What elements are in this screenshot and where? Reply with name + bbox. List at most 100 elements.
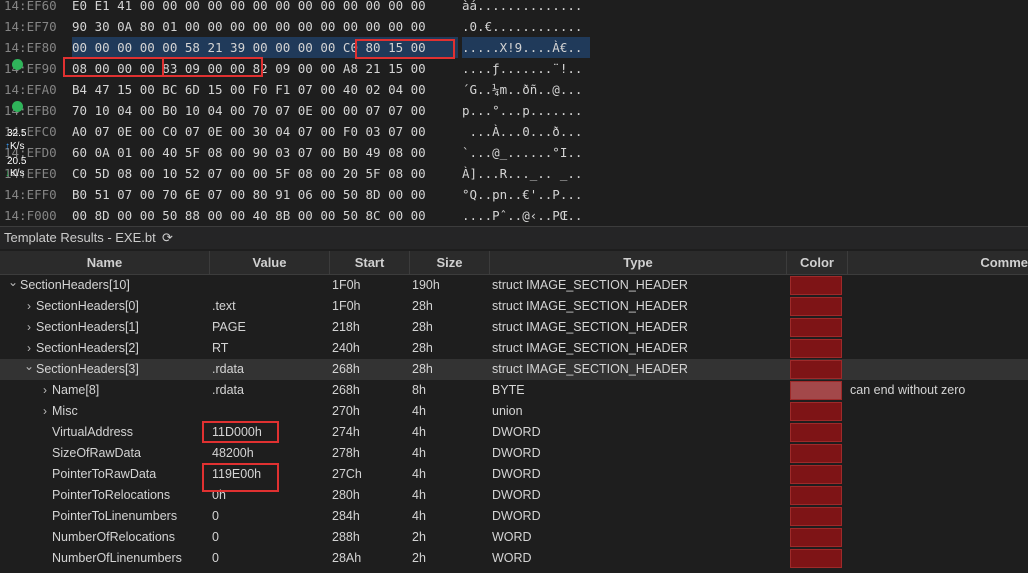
row-name-cell[interactable]: SizeOfRawData: [0, 443, 209, 464]
chevron-right-icon[interactable]: ›: [38, 380, 52, 401]
row-start: 28Ah: [332, 551, 362, 565]
hex-ascii[interactable]: À]...R..._.. _..: [462, 163, 590, 184]
row-name-cell[interactable]: PointerToRawData: [0, 464, 209, 485]
row-color-swatch[interactable]: [790, 276, 842, 295]
hex-bytes[interactable]: 70 10 04 00 B0 10 04 00 70 07 0E 00 00 0…: [72, 100, 458, 121]
table-row[interactable]: NumberOfLinenumbers 0 28Ah 2h WORD: [0, 548, 1028, 569]
row-name-cell[interactable]: NumberOfLinenumbers: [0, 548, 209, 569]
row-color-swatch[interactable]: [790, 381, 842, 400]
table-row[interactable]: SizeOfRawData 48200h 278h 4h DWORD: [0, 443, 1028, 464]
row-value: 0h: [212, 488, 226, 502]
row-start: 1F0h: [332, 278, 361, 292]
row-name-cell[interactable]: › Name[8]: [0, 380, 209, 401]
row-size: 4h: [412, 404, 426, 418]
table-row[interactable]: ⌄ SectionHeaders[3] .rdata 268h 28h struct IM…: [0, 359, 1028, 380]
row-color-swatch[interactable]: [790, 465, 842, 484]
hex-bytes[interactable]: B0 51 07 00 70 6E 07 00 80 91 06 00 50 8…: [72, 184, 458, 205]
row-type: DWORD: [492, 509, 541, 523]
row-color-swatch[interactable]: [790, 528, 842, 547]
row-color-swatch[interactable]: [790, 360, 842, 379]
hex-bytes[interactable]: 00 8D 00 00 50 88 00 00 40 8B 00 00 50 8…: [72, 205, 458, 222]
chevron-right-icon[interactable]: ›: [22, 317, 36, 338]
table-row[interactable]: NumberOfRelocations 0 288h 2h WORD: [0, 527, 1028, 548]
column-header-color[interactable]: Color: [787, 251, 848, 274]
template-results-table[interactable]: ⌄ SectionHeaders[10] 1F0h 190h struct IMAGE_…: [0, 275, 1028, 573]
row-color-swatch[interactable]: [790, 423, 842, 442]
row-color-swatch[interactable]: [790, 339, 842, 358]
row-name-cell[interactable]: ⌄ SectionHeaders[3]: [0, 359, 209, 380]
row-name-cell[interactable]: › SectionHeaders[1]: [0, 317, 209, 338]
hex-empty-area: [590, 0, 1028, 222]
hex-ascii[interactable]: ´G..¼m..ðñ..@...: [462, 79, 590, 100]
hex-bytes[interactable]: 00 00 00 00 00 58 21 39 00 00 00 00 C0 8…: [72, 37, 458, 58]
hex-bytes[interactable]: 90 30 0A 80 01 00 00 00 00 00 00 00 00 0…: [72, 16, 458, 37]
hex-ascii[interactable]: ....ƒ.......¨!..: [462, 58, 590, 79]
row-color-swatch[interactable]: [790, 444, 842, 463]
row-name-cell[interactable]: › SectionHeaders[2]: [0, 338, 209, 359]
hex-bytes[interactable]: 60 0A 01 00 40 5F 08 00 90 03 07 00 B0 4…: [72, 142, 458, 163]
table-row[interactable]: › Misc 270h 4h union: [0, 401, 1028, 422]
row-value: 0: [212, 530, 219, 544]
row-size: 4h: [412, 425, 426, 439]
column-header-name[interactable]: Name: [0, 251, 210, 274]
hex-bytes[interactable]: E0 E1 41 00 00 00 00 00 00 00 00 00 00 0…: [72, 0, 458, 16]
row-name-cell[interactable]: ⌄ SectionHeaders[10]: [0, 275, 209, 296]
table-row[interactable]: VirtualAddress 11D000h 274h 4h DWORD: [0, 422, 1028, 443]
table-row[interactable]: › Name[8] .rdata 268h 8h BYTE can end without …: [0, 380, 1028, 401]
hex-ascii[interactable]: àá..............: [462, 0, 590, 16]
row-name-cell[interactable]: › Misc: [0, 401, 209, 422]
column-header-comment[interactable]: Comme: [848, 251, 1028, 274]
column-header-size[interactable]: Size: [410, 251, 490, 274]
table-row[interactable]: PointerToRawData 119E00h 27Ch 4h DWORD: [0, 464, 1028, 485]
row-start: 268h: [332, 383, 360, 397]
table-row[interactable]: › SectionHeaders[2] RT 240h 28h struct IMAGE_…: [0, 338, 1028, 359]
hex-ascii[interactable]: ...À...0...ð...: [462, 121, 590, 142]
table-row[interactable]: › SectionHeaders[0] .text 1F0h 28h struct IMA…: [0, 296, 1028, 317]
hex-bytes[interactable]: 08 00 00 00 83 09 00 00 82 09 00 00 A8 2…: [72, 58, 458, 79]
row-name-cell[interactable]: VirtualAddress: [0, 422, 209, 443]
table-row[interactable]: › SectionHeaders[1] PAGE 218h 28h struct IMAG…: [0, 317, 1028, 338]
row-color-swatch[interactable]: [790, 402, 842, 421]
row-value: 11D000h: [212, 425, 262, 439]
row-name-cell[interactable]: NumberOfRelocations: [0, 527, 209, 548]
row-size: 4h: [412, 488, 426, 502]
row-color-swatch[interactable]: [790, 297, 842, 316]
row-start: 1F0h: [332, 299, 361, 313]
chevron-right-icon[interactable]: ›: [22, 296, 36, 317]
hex-ascii[interactable]: .....X!9....À€..: [462, 37, 590, 58]
hex-ascii[interactable]: .0.€............: [462, 16, 590, 37]
column-header-type[interactable]: Type: [490, 251, 787, 274]
hex-ascii[interactable]: p...°...p.......: [462, 100, 590, 121]
hex-ascii[interactable]: ....Pˆ..@‹..PŒ..: [462, 205, 590, 222]
chevron-down-icon[interactable]: ⌄: [22, 359, 36, 377]
row-color-swatch[interactable]: [790, 318, 842, 337]
row-start: 274h: [332, 425, 360, 439]
hex-address: 14:EF60: [4, 0, 57, 13]
hex-ascii[interactable]: °Q..pn..€'..P...: [462, 184, 590, 205]
row-comment: [850, 548, 1028, 569]
column-header-value[interactable]: Value: [210, 251, 330, 274]
row-value: RT: [212, 341, 229, 355]
hex-ascii[interactable]: `...@_......°I..: [462, 142, 590, 163]
column-header-start[interactable]: Start: [330, 251, 410, 274]
row-color-swatch[interactable]: [790, 549, 842, 568]
chevron-right-icon[interactable]: ›: [22, 338, 36, 359]
refresh-icon[interactable]: ⟳: [162, 227, 173, 249]
hex-bytes[interactable]: A0 07 0E 00 C0 07 0E 00 30 04 07 00 F0 0…: [72, 121, 458, 142]
row-name-cell[interactable]: PointerToLinenumbers: [0, 506, 209, 527]
chevron-right-icon[interactable]: ›: [38, 401, 52, 422]
table-row[interactable]: ⌄ SectionHeaders[10] 1F0h 190h struct IMAGE_…: [0, 275, 1028, 296]
row-comment: [850, 527, 1028, 548]
chevron-down-icon[interactable]: ⌄: [6, 275, 20, 293]
row-name-cell[interactable]: PointerToRelocations: [0, 485, 209, 506]
hex-bytes[interactable]: C0 5D 08 00 10 52 07 00 00 5F 08 00 20 5…: [72, 163, 458, 184]
net-download-unit: ↓K/s: [5, 168, 25, 179]
row-name: SectionHeaders[1]: [36, 320, 139, 334]
hex-bytes[interactable]: B4 47 15 00 BC 6D 15 00 F0 F1 07 00 40 0…: [72, 79, 458, 100]
hex-view[interactable]: 14:EF60 E0 E1 41 00 00 00 00 00 00 00 00 …: [0, 0, 1028, 222]
table-row[interactable]: PointerToRelocations 0h 280h 4h DWORD: [0, 485, 1028, 506]
table-row[interactable]: PointerToLinenumbers 0 284h 4h DWORD: [0, 506, 1028, 527]
row-color-swatch[interactable]: [790, 507, 842, 526]
row-name-cell[interactable]: › SectionHeaders[0]: [0, 296, 209, 317]
row-color-swatch[interactable]: [790, 486, 842, 505]
